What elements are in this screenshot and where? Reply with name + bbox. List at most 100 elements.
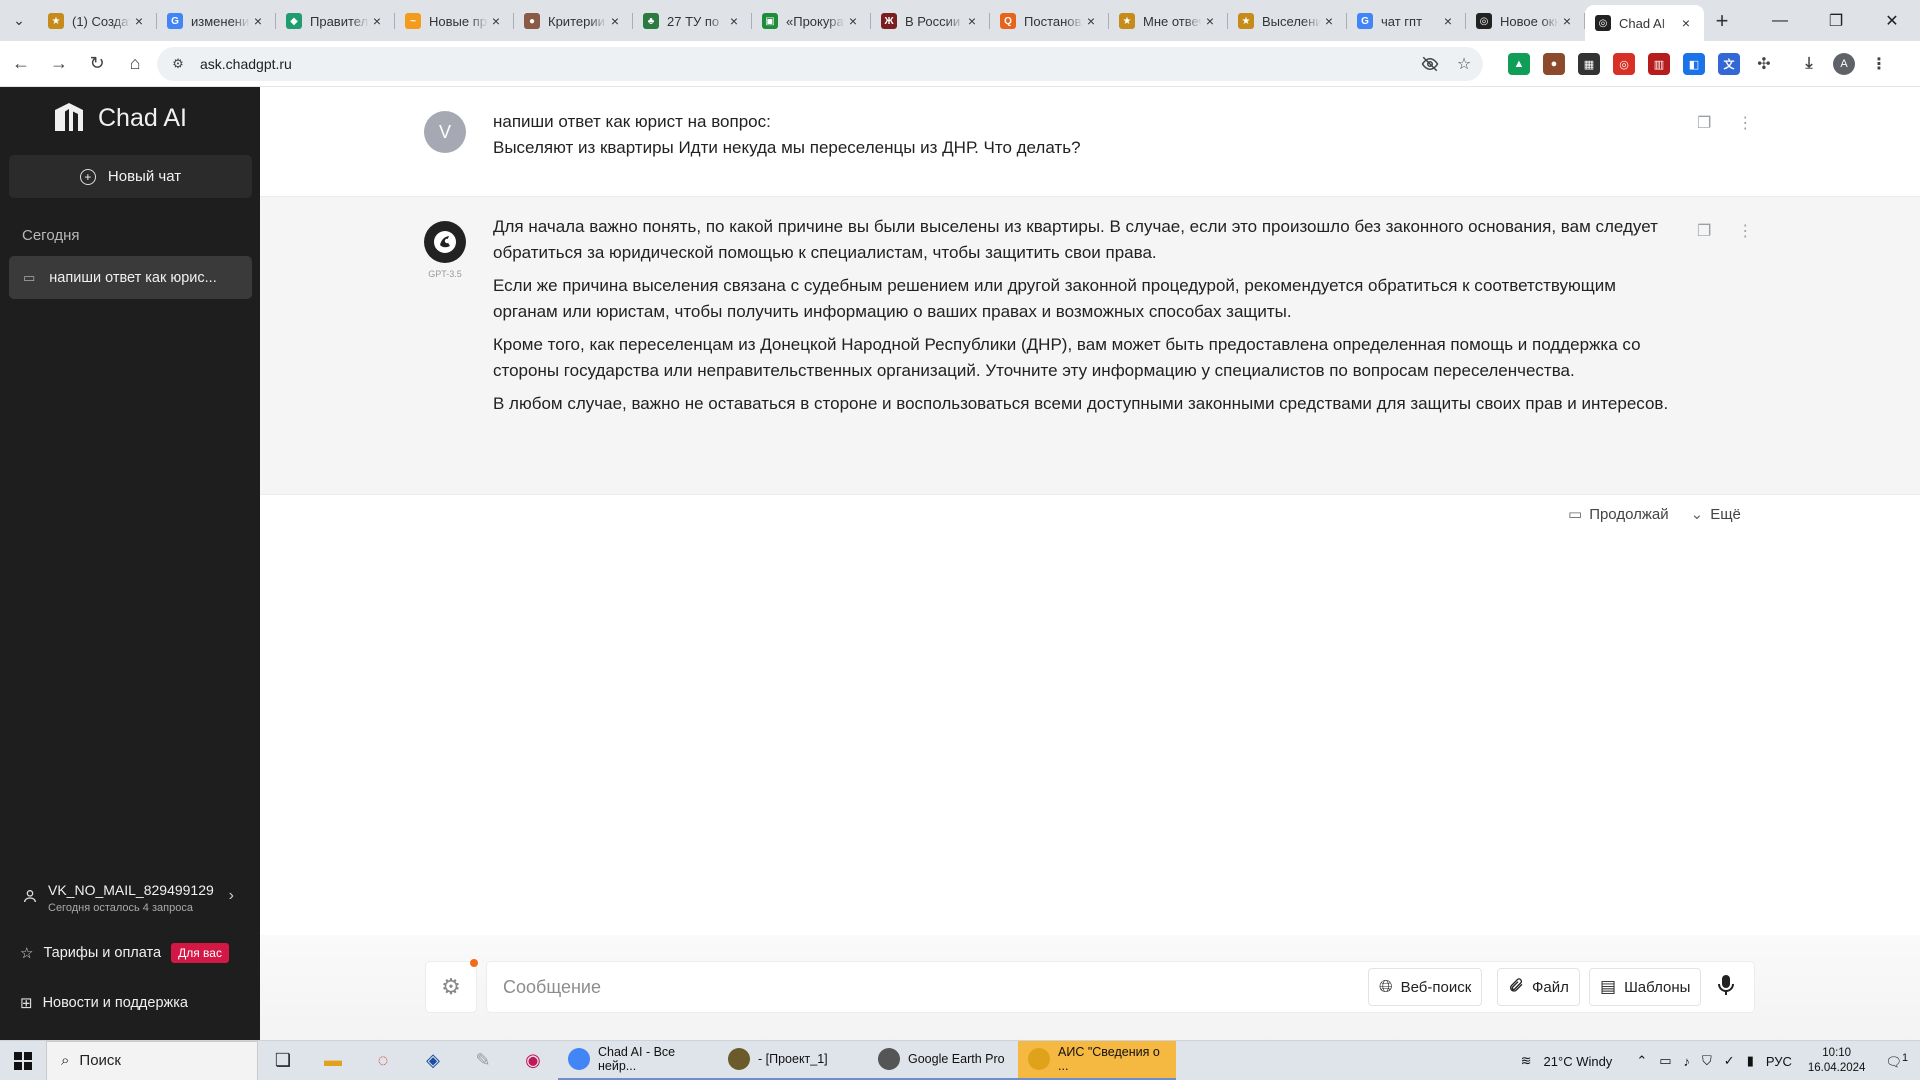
tab-close-icon[interactable]: × — [1202, 13, 1218, 29]
extension-icon[interactable]: ▦ — [1578, 53, 1600, 75]
browser-tab[interactable]: Gизменения × — [157, 4, 276, 38]
browser-tab[interactable]: Gчат гпт × — [1347, 4, 1466, 38]
drive-extension-icon[interactable]: ▲ — [1508, 53, 1530, 75]
weather-text[interactable]: 21°C Windy — [1544, 1054, 1613, 1069]
taskbar-app[interactable]: Google Earth Pro — [868, 1041, 1018, 1080]
browser-menu-icon[interactable]: ⋮ — [1868, 53, 1890, 75]
browser-tab[interactable]: ◎ Chad AI × — [1585, 5, 1704, 41]
microphone-button[interactable] — [1717, 974, 1735, 1002]
new-tab-button[interactable]: + — [1704, 3, 1740, 39]
copy-icon[interactable]: ❐ — [1697, 113, 1711, 133]
tab-list: ★(1) Создать×Gизменения×◆Правительство×~… — [38, 0, 1704, 41]
copy-icon[interactable]: ❐ — [1697, 221, 1711, 241]
start-button[interactable] — [0, 1041, 46, 1080]
reload-button[interactable]: ↻ — [80, 47, 114, 81]
security-icon[interactable]: ⛉ — [1702, 1053, 1712, 1069]
more-vertical-icon[interactable]: ⋮ — [1737, 113, 1753, 133]
file-button[interactable]: Файл — [1497, 968, 1580, 1006]
browser-tab[interactable]: Ж В России × — [871, 4, 990, 38]
tab-close-icon[interactable]: × — [488, 13, 504, 29]
taskbar-app[interactable]: АИС "Сведения о ... — [1018, 1040, 1176, 1080]
extension-icon[interactable]: ▥ — [1648, 53, 1670, 75]
puzzle-icon[interactable]: ✣ — [1753, 53, 1775, 75]
news-support-link[interactable]: ⊞ Новости и поддержка — [0, 985, 260, 1021]
file-explorer-icon[interactable]: ▬ — [308, 1041, 358, 1080]
tab-search-button[interactable]: ⌄ — [0, 0, 38, 41]
continue-button[interactable]: ▭ Продолжай — [1568, 505, 1669, 523]
app-name: Chad AI — [98, 103, 187, 132]
templates-button[interactable]: ▤ Шаблоны — [1589, 968, 1702, 1006]
tab-close-icon[interactable]: × — [1083, 13, 1099, 29]
taskbar-search[interactable]: ⌕ Поиск — [46, 1040, 258, 1080]
browser-tab[interactable]: ♣ 27 ТУ по × — [633, 4, 752, 38]
task-view-icon[interactable]: ❏ — [258, 1041, 308, 1080]
taskbar-app-icon — [878, 1048, 900, 1070]
new-chat-label: Новый чат — [107, 168, 182, 185]
browser-tab[interactable]: ★ Выселение× — [1228, 4, 1347, 38]
chevron-up-icon[interactable]: ⌃ — [1636, 1053, 1647, 1069]
tab-close-icon[interactable]: × — [1440, 13, 1456, 29]
home-button[interactable]: ⌂ — [118, 47, 152, 81]
settings-button[interactable]: ⚙ — [426, 962, 476, 1012]
tab-close-icon[interactable]: × — [131, 13, 147, 29]
tab-close-icon[interactable]: × — [1678, 15, 1694, 31]
microphone-icon — [1718, 975, 1734, 995]
more-vertical-icon[interactable]: ⋮ — [1737, 221, 1753, 241]
paint-app-icon[interactable]: ✎ — [458, 1041, 508, 1080]
eye-off-icon[interactable] — [1419, 53, 1441, 75]
account-quota: Сегодня осталось 4 запроса — [48, 902, 193, 914]
minimize-button[interactable]: — — [1752, 0, 1808, 41]
bookmark-star-icon[interactable]: ☆ — [1453, 53, 1475, 75]
browser-tab[interactable]: ● Критерии × — [514, 4, 633, 38]
shield-app-icon[interactable]: ◈ — [408, 1041, 458, 1080]
account-panel[interactable]: VK_NO_MAIL_829499129 Сегодня осталось 4 … — [0, 867, 260, 929]
recorder-app-icon[interactable]: ◉ — [508, 1041, 558, 1080]
tab-close-icon[interactable]: × — [250, 13, 266, 29]
more-button[interactable]: ⌄ Ещё — [1691, 505, 1741, 523]
back-button[interactable]: ← — [4, 47, 38, 81]
language-indicator[interactable]: РУС — [1766, 1054, 1792, 1069]
address-bar[interactable]: ⚙ ask.chadgpt.ru ☆ — [157, 47, 1483, 81]
tab-close-icon[interactable]: × — [369, 13, 385, 29]
tab-close-icon[interactable]: × — [1559, 13, 1575, 29]
message-input[interactable] — [503, 962, 1203, 1012]
plans-link[interactable]: ☆ Тарифы и оплата Для вас — [0, 935, 260, 971]
profile-avatar[interactable]: A — [1833, 53, 1855, 75]
browser-tab[interactable]: Q Постановление× — [990, 4, 1109, 38]
site-info-icon[interactable]: ⚙ — [166, 56, 190, 72]
browser-tab[interactable]: ◆ Правительство× — [276, 4, 395, 38]
network-icon[interactable]: ▭ — [1659, 1053, 1671, 1069]
app-logo[interactable]: Chad AI — [52, 101, 187, 135]
sync-icon[interactable]: ✓ — [1724, 1053, 1735, 1069]
forward-button[interactable]: → — [42, 47, 76, 81]
volume-icon[interactable]: ♪ — [1684, 1054, 1691, 1069]
tab-close-icon[interactable]: × — [1321, 13, 1337, 29]
taskbar-app[interactable]: - [Проект_1] — [718, 1041, 868, 1080]
taskbar-app[interactable]: Chad AI - Все нейр... — [558, 1041, 718, 1080]
new-chat-button[interactable]: + Новый чат — [9, 155, 252, 198]
browser-tab[interactable]: ★ Мне отвечают× — [1109, 4, 1228, 38]
restore-button[interactable]: ❐ — [1808, 0, 1864, 41]
chat-history-item[interactable]: ▭ напиши ответ как юрис... — [9, 256, 252, 299]
browser-tab[interactable]: ★ (1) Создать× — [38, 4, 157, 38]
app-c-icon[interactable]: ◌ — [358, 1041, 408, 1080]
close-window-button[interactable]: ✕ — [1864, 0, 1920, 41]
battery-icon[interactable]: ▮ — [1747, 1053, 1754, 1069]
extension-icon[interactable]: ◧ — [1683, 53, 1705, 75]
notifications-icon[interactable]: 🗨︎1 — [1885, 1052, 1908, 1070]
extension-icon[interactable]: ● — [1543, 53, 1565, 75]
tab-close-icon[interactable]: × — [845, 13, 861, 29]
weather-icon[interactable]: ≋ — [1521, 1053, 1532, 1069]
browser-tab[interactable]: ▣ «Прокуратура× — [752, 4, 871, 38]
web-search-button[interactable]: 🌐︎ Веб-поиск — [1368, 968, 1483, 1006]
download-icon[interactable]: ⤓ — [1798, 53, 1820, 75]
browser-tab[interactable]: ~ Новые правила× — [395, 4, 514, 38]
extension-icon[interactable]: ◎ — [1613, 53, 1635, 75]
tab-close-icon[interactable]: × — [964, 13, 980, 29]
tab-close-icon[interactable]: × — [607, 13, 623, 29]
translate-extension-icon[interactable]: 文 — [1718, 53, 1740, 75]
clock[interactable]: 10:10 16.04.2024 — [1808, 1046, 1866, 1076]
tab-close-icon[interactable]: × — [726, 13, 742, 29]
url-text[interactable]: ask.chadgpt.ru — [200, 56, 292, 72]
browser-tab[interactable]: ◎ Новое окно× — [1466, 4, 1585, 38]
